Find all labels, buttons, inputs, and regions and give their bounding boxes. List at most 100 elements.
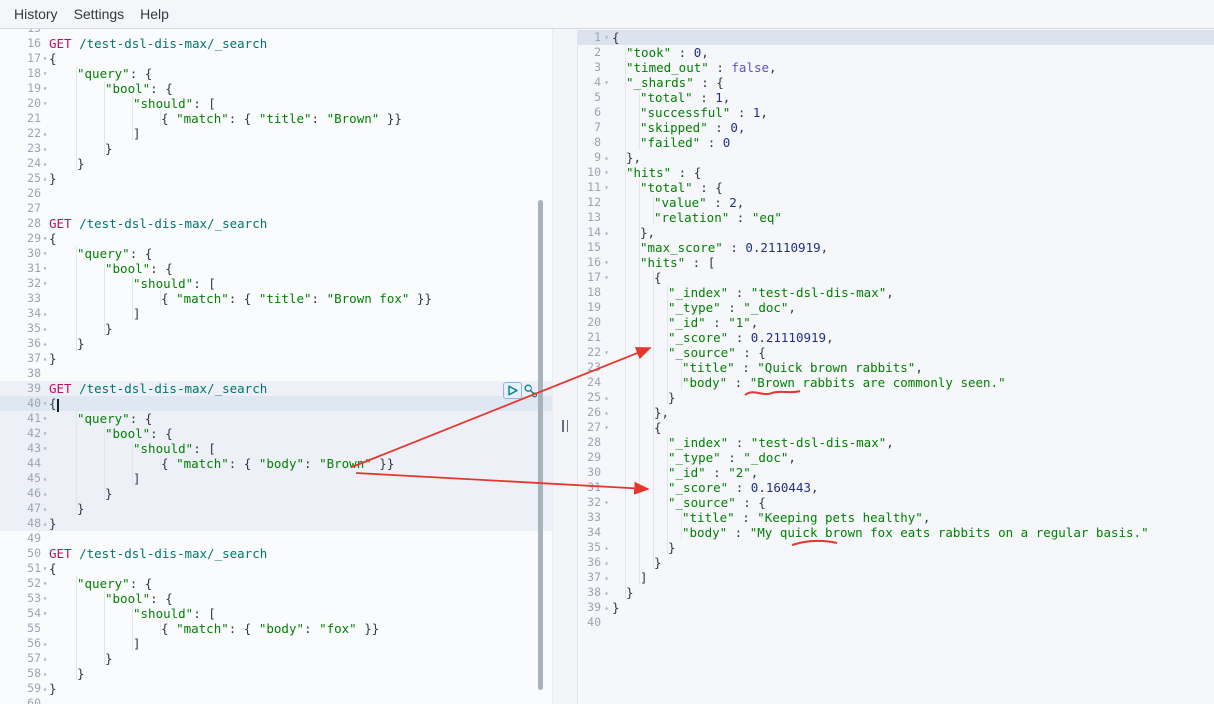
code-line-60[interactable]: 60 xyxy=(0,696,552,704)
code-line-17[interactable]: 17▾{ xyxy=(578,270,1214,285)
code-line-5[interactable]: 5"total" : 1, xyxy=(578,90,1214,105)
code-line-19[interactable]: 19▾"bool": { xyxy=(0,81,552,96)
code-line-21[interactable]: 21{ "match": { "title": "Brown" }} xyxy=(0,111,552,126)
left-editor-scrollbar[interactable] xyxy=(538,200,543,690)
code-line-57[interactable]: 57▴} xyxy=(0,651,552,666)
fold-open-icon[interactable]: ▾ xyxy=(41,411,49,426)
fold-open-icon[interactable]: ▾ xyxy=(41,66,49,81)
code-line-32[interactable]: 32▾"should": [ xyxy=(0,276,552,291)
fold-close-icon[interactable]: ▴ xyxy=(601,600,612,615)
code-line-21[interactable]: 21"_score" : 0.21110919, xyxy=(578,330,1214,345)
code-line-8[interactable]: 8"failed" : 0 xyxy=(578,135,1214,150)
code-line-52[interactable]: 52▾"query": { xyxy=(0,576,552,591)
fold-open-icon[interactable]: ▾ xyxy=(41,81,49,96)
fold-open-icon[interactable]: ▾ xyxy=(601,75,612,90)
fold-open-icon[interactable]: ▾ xyxy=(601,345,612,360)
code-line-36[interactable]: 36▴} xyxy=(578,555,1214,570)
code-line-22[interactable]: 22▴] xyxy=(0,126,552,141)
fold-close-icon[interactable]: ▴ xyxy=(41,486,49,501)
panel-divider[interactable] xyxy=(552,29,578,704)
drag-handle-icon[interactable] xyxy=(559,420,571,432)
code-line-40[interactable]: 40▾{ xyxy=(0,396,552,411)
code-line-56[interactable]: 56▴] xyxy=(0,636,552,651)
code-line-36[interactable]: 36▴} xyxy=(0,336,552,351)
code-line-38[interactable]: 38▴} xyxy=(578,585,1214,600)
menu-help[interactable]: Help xyxy=(140,6,169,22)
code-line-20[interactable]: 20▾"should": [ xyxy=(0,96,552,111)
code-line-37[interactable]: 37▴] xyxy=(578,570,1214,585)
code-line-54[interactable]: 54▾"should": [ xyxy=(0,606,552,621)
fold-open-icon[interactable]: ▾ xyxy=(41,561,49,576)
fold-close-icon[interactable]: ▴ xyxy=(601,570,612,585)
fold-open-icon[interactable]: ▾ xyxy=(41,261,49,276)
code-line-15[interactable]: 15"max_score" : 0.21110919, xyxy=(578,240,1214,255)
fold-close-icon[interactable]: ▴ xyxy=(41,651,49,666)
code-line-31[interactable]: 31▾"bool": { xyxy=(0,261,552,276)
fold-close-icon[interactable]: ▴ xyxy=(41,516,49,531)
fold-close-icon[interactable]: ▴ xyxy=(601,555,612,570)
code-line-46[interactable]: 46▴} xyxy=(0,486,552,501)
code-line-58[interactable]: 58▴} xyxy=(0,666,552,681)
fold-close-icon[interactable]: ▴ xyxy=(601,585,612,600)
code-line-27[interactable]: 27▾{ xyxy=(578,420,1214,435)
fold-open-icon[interactable]: ▾ xyxy=(41,606,49,621)
code-line-28[interactable]: 28GET /test-dsl-dis-max/_search xyxy=(0,216,552,231)
fold-close-icon[interactable]: ▴ xyxy=(601,150,612,165)
code-line-18[interactable]: 18"_index" : "test-dsl-dis-max", xyxy=(578,285,1214,300)
code-line-49[interactable]: 49 xyxy=(0,531,552,546)
code-line-10[interactable]: 10▾"hits" : { xyxy=(578,165,1214,180)
code-line-4[interactable]: 4▾"_shards" : { xyxy=(578,75,1214,90)
fold-close-icon[interactable]: ▴ xyxy=(41,171,49,186)
code-line-35[interactable]: 35▴} xyxy=(578,540,1214,555)
code-line-9[interactable]: 9▴}, xyxy=(578,150,1214,165)
code-line-12[interactable]: 12"value" : 2, xyxy=(578,195,1214,210)
fold-close-icon[interactable]: ▴ xyxy=(41,636,49,651)
code-line-16[interactable]: 16▾"hits" : [ xyxy=(578,255,1214,270)
fold-close-icon[interactable]: ▴ xyxy=(41,501,49,516)
code-line-19[interactable]: 19"_type" : "_doc", xyxy=(578,300,1214,315)
code-line-28[interactable]: 28"_index" : "test-dsl-dis-max", xyxy=(578,435,1214,450)
code-line-29[interactable]: 29"_type" : "_doc", xyxy=(578,450,1214,465)
code-line-34[interactable]: 34"body" : "My quick brown fox eats rabb… xyxy=(578,525,1214,540)
code-line-27[interactable]: 27 xyxy=(0,201,552,216)
fold-open-icon[interactable]: ▾ xyxy=(601,30,612,45)
fold-open-icon[interactable]: ▾ xyxy=(601,165,612,180)
fold-open-icon[interactable]: ▾ xyxy=(41,276,49,291)
code-line-13[interactable]: 13"relation" : "eq" xyxy=(578,210,1214,225)
fold-open-icon[interactable]: ▾ xyxy=(41,591,49,606)
fold-close-icon[interactable]: ▴ xyxy=(41,336,49,351)
code-line-47[interactable]: 47▴} xyxy=(0,501,552,516)
code-line-17[interactable]: 17▾{ xyxy=(0,51,552,66)
code-line-39[interactable]: 39▴} xyxy=(578,600,1214,615)
fold-open-icon[interactable]: ▾ xyxy=(601,255,612,270)
code-line-11[interactable]: 11▾"total" : { xyxy=(578,180,1214,195)
code-line-18[interactable]: 18▾"query": { xyxy=(0,66,552,81)
code-line-33[interactable]: 33{ "match": { "title": "Brown fox" }} xyxy=(0,291,552,306)
code-line-2[interactable]: 2"took" : 0, xyxy=(578,45,1214,60)
code-line-51[interactable]: 51▾{ xyxy=(0,561,552,576)
code-line-42[interactable]: 42▾"bool": { xyxy=(0,426,552,441)
code-line-30[interactable]: 30▾"query": { xyxy=(0,246,552,261)
code-line-50[interactable]: 50GET /test-dsl-dis-max/_search xyxy=(0,546,552,561)
fold-open-icon[interactable]: ▾ xyxy=(41,51,49,66)
fold-open-icon[interactable]: ▾ xyxy=(41,441,49,456)
code-line-41[interactable]: 41▾"query": { xyxy=(0,411,552,426)
code-line-25[interactable]: 25▴} xyxy=(578,390,1214,405)
fold-close-icon[interactable]: ▴ xyxy=(41,126,49,141)
fold-close-icon[interactable]: ▴ xyxy=(601,540,612,555)
code-line-20[interactable]: 20"_id" : "1", xyxy=(578,315,1214,330)
code-line-31[interactable]: 31"_score" : 0.160443, xyxy=(578,480,1214,495)
fold-open-icon[interactable]: ▾ xyxy=(41,396,49,411)
fold-open-icon[interactable]: ▾ xyxy=(601,270,612,285)
fold-open-icon[interactable]: ▾ xyxy=(601,420,612,435)
code-line-45[interactable]: 45▴] xyxy=(0,471,552,486)
code-line-1[interactable]: 1▾{ xyxy=(578,30,1214,45)
response-editor[interactable]: 1▾{2"took" : 0,3"timed_out" : false,4▾"_… xyxy=(578,29,1214,704)
code-line-24[interactable]: 24▴} xyxy=(0,156,552,171)
code-line-32[interactable]: 32▾"_source" : { xyxy=(578,495,1214,510)
request-editor[interactable]: 1516GET /test-dsl-dis-max/_search17▾{18▾… xyxy=(0,29,552,704)
menu-settings[interactable]: Settings xyxy=(74,6,125,22)
fold-close-icon[interactable]: ▴ xyxy=(41,351,49,366)
fold-close-icon[interactable]: ▴ xyxy=(41,306,49,321)
code-line-39[interactable]: 39GET /test-dsl-dis-max/_search xyxy=(0,381,552,396)
